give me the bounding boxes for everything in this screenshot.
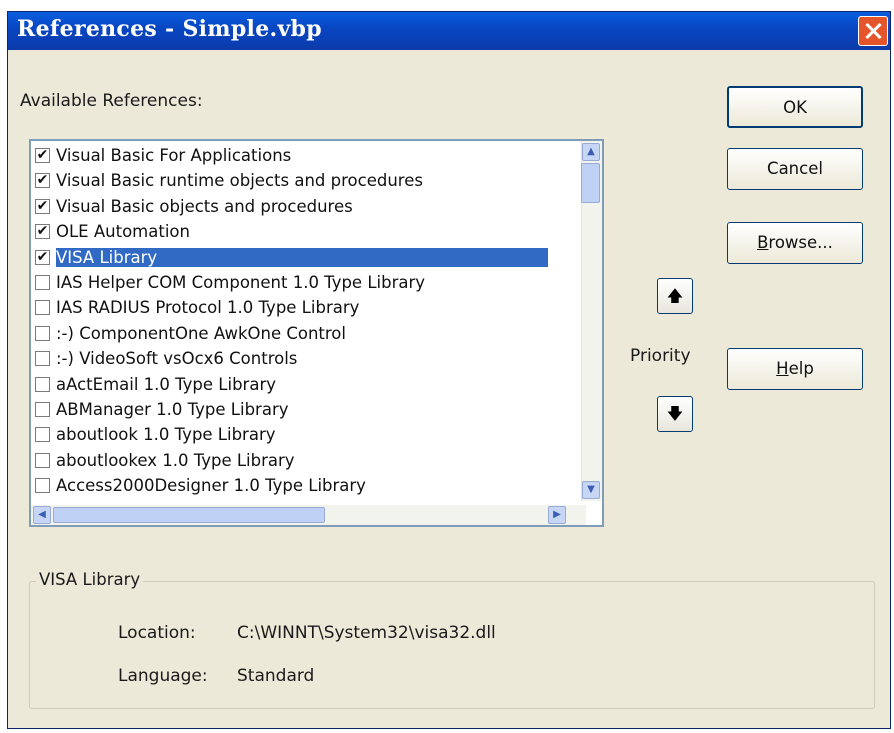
reference-list-item[interactable]: :-) ComponentOne AwkOne Control [35, 323, 575, 347]
scroll-left-icon[interactable]: ◀ [33, 506, 51, 524]
reference-label: Visual Basic runtime objects and procedu… [56, 171, 423, 191]
reference-list-item[interactable]: ✔ VISA Library [35, 247, 575, 271]
reference-checkbox[interactable]: ✔ [35, 198, 50, 214]
reference-label: ABManager 1.0 Type Library [56, 400, 289, 419]
reference-label: IAS RADIUS Protocol 1.0 Type Library [56, 298, 360, 318]
browse-button[interactable]: Browse... [727, 222, 863, 264]
reference-checkbox[interactable]: ✔ [35, 249, 50, 265]
reference-details-group [29, 581, 875, 709]
reference-checkbox[interactable] [35, 478, 50, 494]
reference-checkbox[interactable] [35, 376, 50, 392]
priority-up-button[interactable]: 🡅 [657, 278, 693, 314]
horizontal-scrollbar[interactable]: ◀ ▶ [31, 505, 586, 525]
reference-list-item[interactable]: ABManager 1.0 Type Library [35, 399, 575, 423]
window-title: References - Simple.vbp [17, 16, 322, 42]
reference-list-item[interactable]: :-) VideoSoft vsOcx6 Controls [35, 348, 575, 372]
reference-checkbox[interactable] [35, 427, 50, 443]
reference-label: VISA Library [56, 247, 548, 267]
references-listbox[interactable]: Access2000Designer 1.0 Type Library about… [29, 139, 604, 527]
arrow-up-icon: 🡅 [666, 286, 684, 305]
reference-list-item[interactable]: IAS Helper COM Component 1.0 Type Librar… [35, 272, 575, 296]
reference-list-item[interactable]: ✔ OLE Automation [35, 221, 575, 245]
reference-label: :-) ComponentOne AwkOne Control [56, 323, 346, 343]
reference-label: Visual Basic For Applications [56, 146, 292, 165]
reference-list-item[interactable]: ✔ Visual Basic runtime objects and proced… [35, 170, 575, 194]
reference-list-item[interactable]: aboutlook 1.0 Type Library [35, 424, 575, 448]
reference-label: aboutlookex 1.0 Type Library [56, 450, 295, 470]
reference-checkbox[interactable] [35, 452, 50, 468]
reference-list-item[interactable]: ✔ Visual Basic objects and procedures [35, 196, 575, 220]
ok-button[interactable]: OK [727, 86, 863, 128]
cancel-button[interactable]: Cancel [727, 148, 863, 190]
help-button[interactable]: Help [727, 348, 863, 390]
reference-list-item[interactable]: aboutlookex 1.0 Type Library [35, 450, 575, 474]
horizontal-scroll-thumb[interactable] [53, 507, 325, 523]
scroll-up-icon[interactable]: ▲ [582, 143, 600, 161]
reference-label: Visual Basic objects and procedures [56, 196, 353, 216]
vertical-scroll-thumb[interactable] [581, 163, 600, 203]
scroll-right-icon[interactable]: ▶ [548, 506, 566, 524]
language-value: Standard [237, 666, 315, 686]
reference-checkbox[interactable]: ✔ [35, 173, 50, 189]
reference-checkbox[interactable]: ✔ [35, 224, 50, 240]
arrow-down-icon: 🡇 [666, 404, 684, 423]
reference-label: :-) VideoSoft vsOcx6 Controls [56, 349, 298, 369]
priority-label: Priority [630, 346, 691, 366]
reference-checkbox[interactable] [35, 351, 50, 367]
reference-list-item[interactable]: Access2000Designer 1.0 Type Library [35, 475, 575, 499]
available-references-label: Available References: [20, 91, 203, 111]
reference-checkbox[interactable] [35, 325, 50, 341]
reference-list-item[interactable]: IAS RADIUS Protocol 1.0 Type Library [35, 297, 575, 321]
reference-checkbox[interactable] [35, 275, 50, 290]
reference-list-item[interactable]: aActEmail 1.0 Type Library [35, 374, 575, 398]
reference-checkbox[interactable]: ✔ [35, 148, 50, 163]
scroll-down-icon[interactable]: ▼ [582, 481, 600, 499]
reference-checkbox[interactable] [35, 300, 50, 316]
location-label: Location: [118, 623, 196, 643]
title-bar[interactable]: References - Simple.vbp [8, 12, 890, 50]
reference-list-item[interactable]: ✔ Visual Basic For Applications [35, 145, 575, 169]
reference-checkbox[interactable] [35, 402, 50, 417]
references-dialog: References - Simple.vbp Available Refere… [7, 11, 891, 729]
reference-label: aActEmail 1.0 Type Library [56, 374, 276, 394]
reference-label: IAS Helper COM Component 1.0 Type Librar… [56, 273, 426, 292]
language-label: Language: [118, 666, 208, 686]
reference-label: OLE Automation [56, 222, 190, 242]
reference-label: aboutlook 1.0 Type Library [56, 425, 276, 445]
priority-down-button[interactable]: 🡇 [657, 396, 693, 432]
vertical-scrollbar[interactable]: ▲ ▼ [581, 141, 602, 501]
location-value: C:\WINNT\System32\visa32.dll [237, 623, 496, 643]
reference-label: Access2000Designer 1.0 Type Library [56, 476, 366, 496]
details-group-title: VISA Library [36, 570, 144, 589]
close-icon[interactable] [858, 16, 888, 46]
